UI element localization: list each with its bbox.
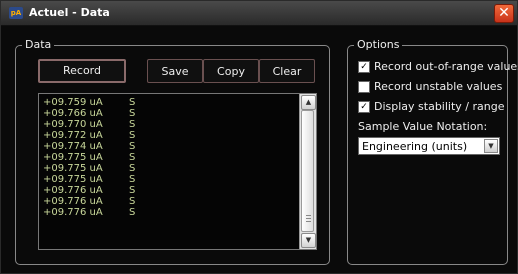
reading-flag: S — [129, 185, 136, 196]
reading-flag: S — [129, 163, 136, 174]
close-button[interactable]: ✕ — [494, 4, 514, 23]
data-window: pA Actuel - Data ✕ Data Record Save Copy… — [0, 0, 518, 274]
grip-line — [306, 218, 311, 219]
scroll-down-icon[interactable]: ▼ — [301, 233, 316, 248]
scroll-up-icon[interactable]: ▲ — [301, 95, 316, 110]
reading-value: +09.766 uA — [43, 108, 103, 119]
reading-flag: S — [129, 174, 136, 185]
reading-flag: S — [129, 108, 136, 119]
list-item[interactable]: +09.759 uA S — [43, 97, 293, 108]
notation-label: Sample Value Notation: — [358, 120, 488, 133]
list-item[interactable]: +09.775 uA S — [43, 174, 293, 185]
vertical-scrollbar[interactable]: ▲ ▼ — [299, 94, 316, 249]
grip-line — [306, 215, 311, 216]
data-groupbox: Data Record Save Copy Clear +09.759 uA S +… — [15, 38, 330, 265]
list-item[interactable]: +09.775 uA S — [43, 152, 293, 163]
reading-flag: S — [129, 97, 136, 108]
option-label: Record unstable values — [374, 80, 503, 93]
app-icon: pA — [9, 7, 23, 19]
grip-line — [306, 221, 311, 222]
reading-flag: S — [129, 152, 136, 163]
reading-value: +09.776 uA — [43, 207, 103, 218]
list-item[interactable]: +09.776 uA S — [43, 207, 293, 218]
reading-flag: S — [129, 130, 136, 141]
options-group-label: Options — [354, 38, 403, 51]
title-bar[interactable]: pA Actuel - Data ✕ — [1, 1, 517, 26]
list-item[interactable]: +09.776 uA S — [43, 185, 293, 196]
list-item[interactable]: +09.772 uA S — [43, 130, 293, 141]
scroll-thumb[interactable] — [301, 110, 314, 232]
reading-value: +09.775 uA — [43, 163, 103, 174]
copy-button[interactable]: Copy — [203, 59, 259, 83]
reading-value: +09.770 uA — [43, 119, 103, 130]
reading-value: +09.774 uA — [43, 141, 103, 152]
reading-flag: S — [129, 207, 136, 218]
list-item[interactable]: +09.776 uA S — [43, 196, 293, 207]
data-group-label: Data — [22, 38, 55, 51]
chevron-down-icon[interactable]: ▼ — [484, 139, 498, 153]
clear-button[interactable]: Clear — [259, 59, 315, 83]
reading-value: +09.776 uA — [43, 185, 103, 196]
record-button[interactable]: Record — [38, 59, 126, 83]
reading-flag: S — [129, 119, 136, 130]
notation-selected-value: Engineering (units) — [362, 140, 468, 153]
option-label: Record out-of-range values — [374, 60, 518, 73]
window-title: Actuel - Data — [29, 6, 110, 19]
reading-value: +09.776 uA — [43, 196, 103, 207]
list-item[interactable]: +09.770 uA S — [43, 119, 293, 130]
list-item[interactable]: +09.775 uA S — [43, 163, 293, 174]
checkbox-icon[interactable] — [358, 81, 370, 93]
reading-value: +09.759 uA — [43, 97, 103, 108]
save-button[interactable]: Save — [147, 59, 203, 83]
checkbox-icon[interactable]: ✓ — [358, 101, 370, 113]
notation-select[interactable]: Engineering (units) ▼ — [358, 137, 500, 155]
list-item[interactable]: +09.774 uA S — [43, 141, 293, 152]
list-item[interactable]: +09.766 uA S — [43, 108, 293, 119]
reading-value: +09.775 uA — [43, 152, 103, 163]
checkbox-icon[interactable]: ✓ — [358, 61, 370, 73]
option-label: Display stability / range — [374, 100, 505, 113]
reading-value: +09.775 uA — [43, 174, 103, 185]
options-groupbox: Options ✓ Record out-of-range values Rec… — [347, 38, 518, 265]
reading-flag: S — [129, 141, 136, 152]
reading-flag: S — [129, 196, 136, 207]
readings-list[interactable]: +09.759 uA S +09.766 uA S +09.770 uA S +09.772… — [38, 93, 317, 250]
reading-value: +09.772 uA — [43, 130, 103, 141]
